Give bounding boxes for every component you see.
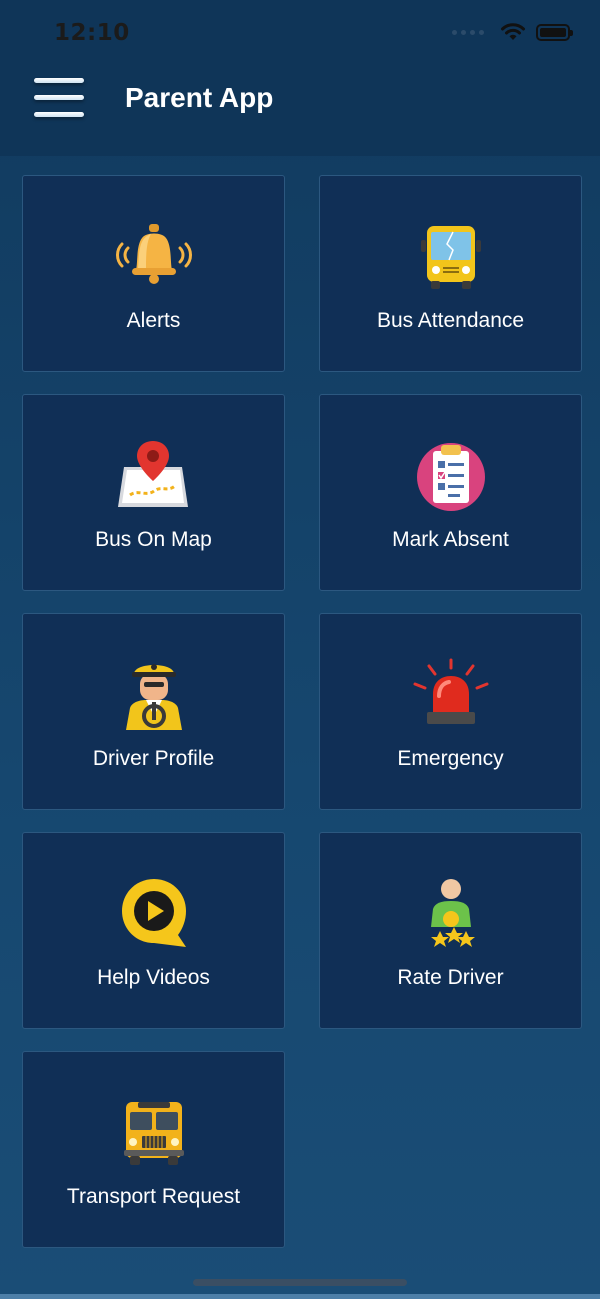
bell-icon (115, 224, 192, 284)
tile-rate-driver[interactable]: Rate Driver (319, 832, 582, 1029)
tile-label: Bus Attendance (376, 309, 525, 332)
tile-label: Emergency (397, 747, 504, 770)
tile-help-videos[interactable]: Help Videos (22, 832, 285, 1029)
tile-transport-request[interactable]: Transport Request (22, 1051, 285, 1248)
tile-driver-profile[interactable]: Driver Profile (22, 613, 285, 810)
app-bar: Parent App (0, 62, 600, 156)
clipboard-checklist-icon (416, 443, 485, 511)
tile-label: Bus On Map (95, 528, 212, 551)
siren-icon (413, 658, 488, 724)
tile-label: Rate Driver (397, 966, 504, 989)
bottom-edge (0, 1294, 600, 1299)
tile-label: Mark Absent (392, 528, 509, 551)
tile-label: Driver Profile (92, 747, 215, 770)
tile-bus-attendance[interactable]: Bus Attendance (319, 175, 582, 372)
hamburger-menu-icon[interactable] (34, 76, 84, 120)
home-indicator[interactable] (193, 1279, 407, 1286)
wifi-icon (501, 23, 525, 40)
rate-stars-icon (430, 879, 475, 947)
map-pin-icon (117, 441, 188, 507)
tile-emergency[interactable]: Emergency (319, 613, 582, 810)
school-bus-icon (123, 1102, 184, 1165)
tile-label: Alerts (126, 309, 181, 332)
status-bar: 12:10 (0, 0, 600, 62)
tile-alerts[interactable]: Alerts (22, 175, 285, 372)
tile-label: Help Videos (97, 966, 210, 989)
status-time: 12:10 (54, 20, 130, 46)
play-video-icon (121, 879, 186, 947)
bus-front-icon (420, 226, 481, 289)
tile-label: Transport Request (66, 1185, 241, 1208)
signal-icon (452, 29, 484, 35)
tile-bus-on-map[interactable]: Bus On Map (22, 394, 285, 591)
tile-mark-absent[interactable]: Mark Absent (319, 394, 582, 591)
driver-icon (125, 664, 182, 730)
battery-icon (536, 23, 573, 41)
status-icons (452, 22, 573, 42)
app-title: Parent App (125, 82, 274, 113)
